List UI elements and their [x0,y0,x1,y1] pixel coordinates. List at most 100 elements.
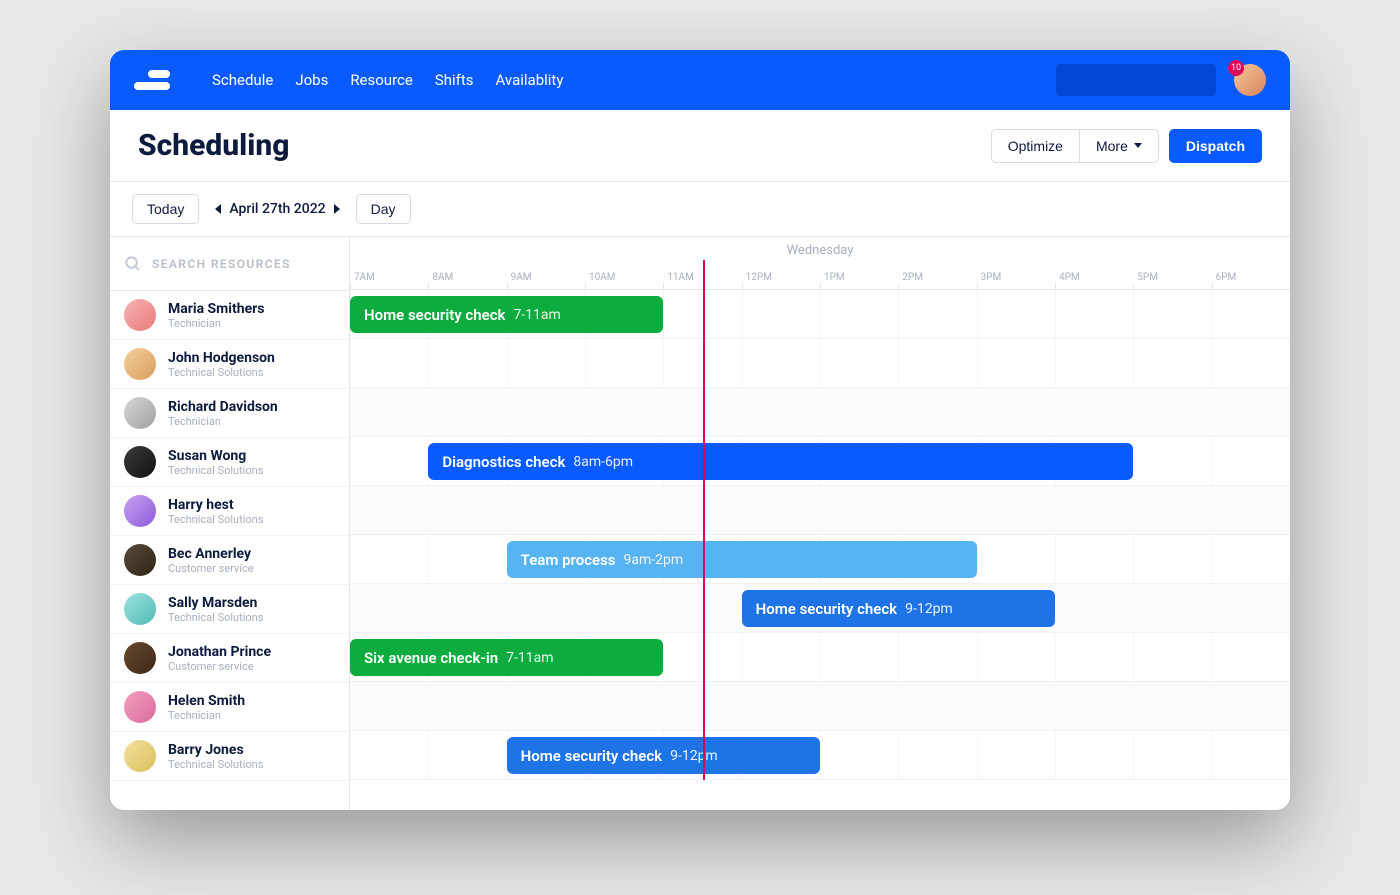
avatar-icon [124,397,156,429]
avatar-icon [124,446,156,478]
timeline-row[interactable]: Home security check 7-11am [350,290,1290,339]
event-time: 8am-6pm [573,454,633,470]
page-title: Scheduling [138,128,289,163]
avatar-icon [124,544,156,576]
next-date-icon[interactable] [334,204,340,214]
resource-role: Technician [168,709,245,722]
avatar-icon [124,740,156,772]
resource-name: Helen Smith [168,693,245,709]
hour-label: 4PM [1055,272,1133,283]
current-time-indicator [703,260,705,780]
event-title: Six avenue check-in [364,649,498,667]
resource-role: Technical Solutions [168,758,263,771]
event-title: Home security check [521,747,662,765]
schedule-grid: SEARCH RESOURCES Maria Smithers Technici… [110,236,1290,810]
resource-role: Technician [168,317,264,330]
prev-date-icon[interactable] [215,204,221,214]
event-time: 7-11am [513,307,560,323]
more-button[interactable]: More [1079,129,1159,163]
resources-column: SEARCH RESOURCES Maria Smithers Technici… [110,237,350,810]
schedule-event[interactable]: Home security check 7-11am [350,296,663,333]
notification-badge: 10 [1228,60,1244,76]
search-resources[interactable]: SEARCH RESOURCES [110,237,349,291]
event-title: Home security check [364,306,505,324]
optimize-button[interactable]: Optimize [991,129,1079,163]
avatar-icon [124,691,156,723]
dispatch-button[interactable]: Dispatch [1169,129,1262,163]
resource-role: Technical Solutions [168,513,263,526]
nav-availability[interactable]: Availablity [496,71,564,89]
search-placeholder: SEARCH RESOURCES [152,257,291,271]
resource-row[interactable]: Maria Smithers Technician [110,291,349,340]
resource-row[interactable]: Bec Annerley Customer service [110,536,349,585]
avatar-icon [124,593,156,625]
resource-role: Technical Solutions [168,464,263,477]
chevron-down-icon [1134,143,1142,148]
nav-shifts[interactable]: Shifts [435,71,474,89]
resource-role: Technical Solutions [168,366,275,379]
hour-label: 6PM [1212,272,1290,283]
hour-label: 7AM [350,272,428,283]
timeline-row[interactable] [350,486,1290,535]
resource-name: Susan Wong [168,448,263,464]
nav-schedule[interactable]: Schedule [212,71,273,89]
view-mode-button[interactable]: Day [356,194,411,224]
event-time: 9-12pm [670,748,718,764]
resource-row[interactable]: Harry hest Technical Solutions [110,487,349,536]
timeline: Wednesday 7AM8AM9AM10AM11AM12PM1PM2PM3PM… [350,237,1290,810]
timeline-row[interactable]: Home security check9-12pm [350,584,1290,633]
timeline-rows: Home security check 7-11am Diagnostics che… [350,290,1290,780]
event-title: Diagnostics check [442,453,565,471]
schedule-event[interactable]: Home security check 9-12pm [507,737,820,774]
event-time: 9am-2pm [624,552,684,568]
timeline-row[interactable]: Team process9am-2pm [350,535,1290,584]
resource-name: Barry Jones [168,742,263,758]
timeline-row[interactable] [350,339,1290,388]
nav-action-box[interactable] [1056,64,1216,96]
resource-name: Richard Davidson [168,399,278,415]
date-toolbar: Today April 27th 2022 Day [110,182,1290,236]
more-button-label: More [1096,138,1128,154]
resource-row[interactable]: Susan Wong Technical Solutions [110,438,349,487]
hour-label: 1PM [820,272,898,283]
today-button[interactable]: Today [132,194,199,224]
resource-name: Sally Marsden [168,595,263,611]
resource-row[interactable]: Helen Smith Technician [110,683,349,732]
timeline-row[interactable] [350,682,1290,731]
hour-label: 12PM [742,272,820,283]
hour-label: 8AM [428,272,506,283]
resource-role: Customer service [168,562,254,575]
hour-header: 7AM8AM9AM10AM11AM12PM1PM2PM3PM4PM5PM6PM [350,260,1290,290]
resource-row[interactable]: Richard Davidson Technician [110,389,349,438]
timeline-row[interactable]: Home security check 9-12pm [350,731,1290,780]
event-time: 7-11am [506,650,553,666]
hour-label: 5PM [1133,272,1211,283]
resource-name: John Hodgenson [168,350,275,366]
nav-jobs[interactable]: Jobs [295,71,328,89]
schedule-event[interactable]: Six avenue check-in 7-11am [350,639,663,676]
timeline-row[interactable] [350,388,1290,437]
current-date-label[interactable]: April 27th 2022 [229,201,325,217]
nav-items: Schedule Jobs Resource Shifts Availablit… [212,71,563,89]
resource-role: Technician [168,415,278,428]
resource-role: Technical Solutions [168,611,263,624]
date-navigator: April 27th 2022 [215,201,339,217]
resource-row[interactable]: John Hodgenson Technical Solutions [110,340,349,389]
resource-row[interactable]: Barry Jones Technical Solutions [110,732,349,781]
resource-row[interactable]: Jonathan Prince Customer service [110,634,349,683]
resource-row[interactable]: Sally Marsden Technical Solutions [110,585,349,634]
page-header: Scheduling Optimize More Dispatch [110,110,1290,182]
schedule-event[interactable]: Diagnostics check 8am-6pm [428,443,1133,480]
event-time: 9-12pm [905,601,953,617]
avatar-icon [124,299,156,331]
hour-label: 2PM [898,272,976,283]
header-btn-group: Optimize More [991,129,1159,163]
user-menu[interactable]: 10 [1234,64,1266,96]
schedule-event[interactable]: Home security check9-12pm [742,590,1055,627]
schedule-event[interactable]: Team process9am-2pm [507,541,977,578]
timeline-row[interactable]: Diagnostics check 8am-6pm [350,437,1290,486]
search-icon [124,255,142,273]
nav-resource[interactable]: Resource [350,71,413,89]
timeline-row[interactable]: Six avenue check-in 7-11am [350,633,1290,682]
avatar-icon [124,642,156,674]
